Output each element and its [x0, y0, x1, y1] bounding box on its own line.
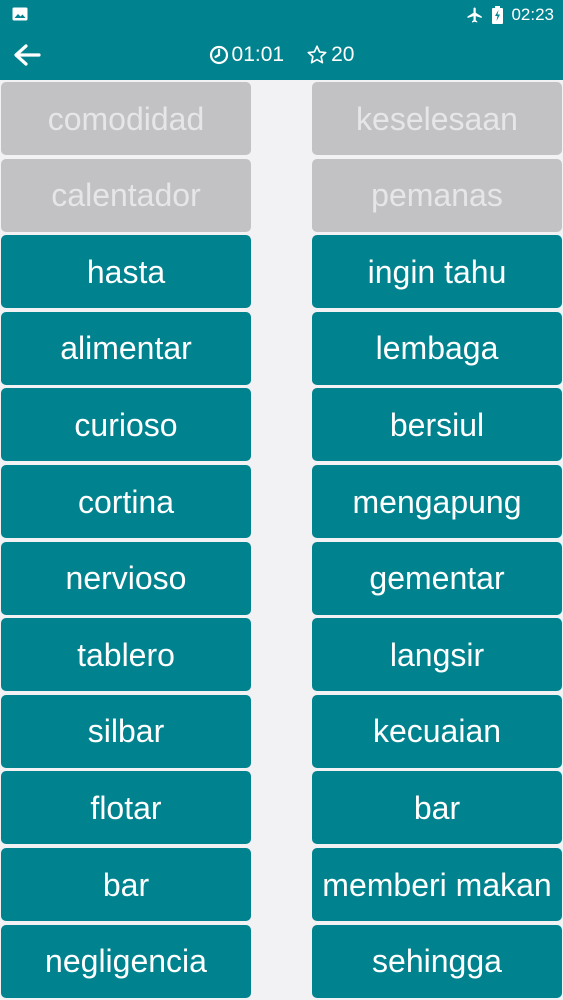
word-label: mengapung [352, 483, 522, 520]
stars-display: 20 [306, 43, 354, 67]
status-right-group: 02:23 [466, 0, 554, 30]
battery-charging-icon [492, 6, 504, 24]
word-label: flotar [90, 789, 162, 826]
right-word-tile[interactable]: kecuaian [312, 694, 562, 768]
word-label: tablero [77, 636, 175, 673]
timer-value: 01:01 [231, 43, 285, 66]
left-word-tile: calentador [1, 158, 251, 232]
status-bar: 02:23 [0, 0, 563, 30]
word-label: bar [413, 789, 461, 826]
game-stats: 01:01 20 [0, 30, 563, 80]
right-word-tile[interactable]: gementar [312, 541, 562, 615]
word-label: calentador [51, 177, 201, 214]
word-label: cortina [77, 483, 175, 520]
word-label: comodidad [47, 100, 205, 137]
word-label: bar [102, 866, 150, 903]
star-outline-icon [307, 45, 327, 64]
right-word-tile[interactable]: lembaga [312, 311, 562, 385]
right-word-tile[interactable]: bar [312, 771, 562, 845]
left-word-tile: comodidad [1, 82, 251, 155]
word-label: curioso [74, 406, 178, 443]
clock-icon [209, 45, 228, 65]
word-label: pemanas [371, 177, 503, 214]
right-word-tile[interactable]: langsir [312, 618, 562, 692]
word-label: bersiul [389, 406, 485, 443]
left-word-tile[interactable]: silbar [1, 694, 251, 768]
image-icon [12, 7, 28, 21]
word-label: memberi makan [322, 866, 552, 903]
right-word-tile[interactable]: mengapung [312, 465, 562, 538]
word-label: nervioso [65, 560, 187, 597]
word-label: kecuaian [372, 713, 502, 750]
left-word-tile[interactable]: cortina [1, 465, 251, 538]
toolbar: 01:01 20 [0, 30, 563, 80]
right-word-tile: pemanas [312, 158, 562, 232]
word-label: negligencia [45, 943, 207, 980]
word-label: keselesaan [356, 100, 518, 137]
left-word-tile[interactable]: nervioso [1, 541, 251, 615]
status-time: 02:23 [511, 5, 554, 24]
left-word-tile[interactable]: tablero [1, 618, 251, 692]
word-label: gementar [369, 560, 505, 597]
left-word-tile[interactable]: alimentar [1, 311, 251, 385]
right-word-tile[interactable]: memberi makan [312, 848, 562, 921]
app-screen: 02:23 01:01 20 comodidad calentador hast… [0, 0, 563, 1000]
word-label: lembaga [375, 330, 499, 367]
right-word-tile[interactable]: ingin tahu [312, 235, 562, 309]
left-word-tile[interactable]: negligencia [1, 924, 251, 998]
word-label: alimentar [60, 330, 192, 367]
right-word-tile[interactable]: sehingga [312, 924, 562, 998]
word-label: ingin tahu [367, 253, 507, 290]
left-word-tile[interactable]: hasta [1, 235, 251, 309]
airplane-icon [467, 7, 483, 23]
stars-value: 20 [331, 43, 355, 66]
left-word-tile[interactable]: curioso [1, 388, 251, 462]
left-word-tile[interactable]: flotar [1, 771, 251, 845]
word-label: sehingga [372, 943, 502, 980]
timer-display: 01:01 [209, 43, 285, 67]
left-word-tile[interactable]: bar [1, 848, 251, 921]
right-word-tile[interactable]: bersiul [312, 388, 562, 462]
right-word-tile: keselesaan [312, 82, 562, 155]
word-label: hasta [86, 253, 166, 290]
word-label: langsir [389, 636, 485, 673]
word-label: silbar [87, 713, 165, 750]
